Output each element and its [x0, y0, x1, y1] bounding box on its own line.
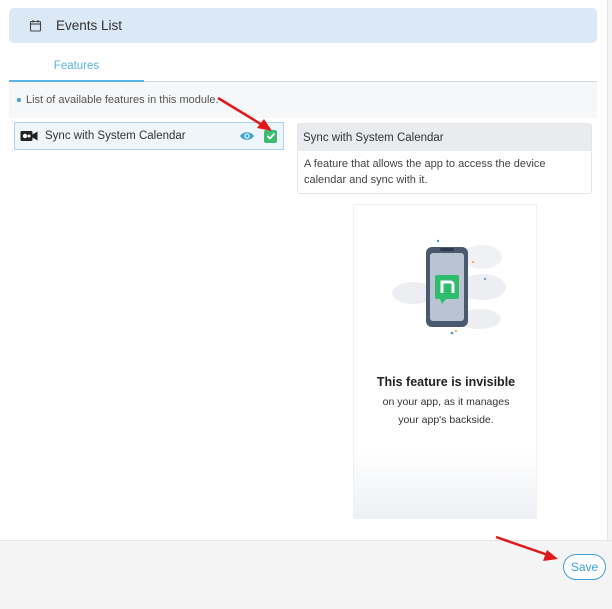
tab-features[interactable]: Features — [9, 52, 144, 82]
video-camera-icon — [20, 131, 38, 141]
feature-item-sync-calendar[interactable]: Sync with System Calendar — [14, 122, 284, 150]
phone-illustration — [392, 239, 506, 335]
feature-name: Sync with System Calendar — [45, 130, 186, 142]
feature-detail-card: Sync with System Calendar A feature that… — [297, 123, 592, 194]
invisible-line-1: on your app, as it manages — [382, 396, 510, 408]
calendar-icon — [29, 20, 42, 32]
detail-title: Sync with System Calendar — [298, 124, 591, 151]
info-text: List of available features in this modul… — [26, 94, 219, 106]
bullet-dot — [17, 98, 21, 102]
module-title: Events List — [56, 18, 123, 33]
info-bar: List of available features in this modul… — [9, 82, 597, 118]
save-button[interactable]: Save — [563, 554, 606, 580]
checkmark-icon — [266, 132, 275, 140]
tab-bar: Features — [9, 52, 597, 82]
eye-icon[interactable] — [239, 130, 255, 142]
detail-description: A feature that allows the app to access … — [304, 158, 546, 186]
feature-enabled-checkbox[interactable] — [264, 129, 277, 143]
phone-preview: This feature is invisible on your app, a… — [353, 204, 537, 519]
invisible-line-2: your app's backside. — [398, 414, 494, 426]
footer-bar — [0, 540, 612, 609]
module-header: Events List — [9, 8, 597, 43]
invisible-title: This feature is invisible — [376, 375, 516, 389]
main-panel: Events List Features List of available f… — [0, 0, 608, 540]
